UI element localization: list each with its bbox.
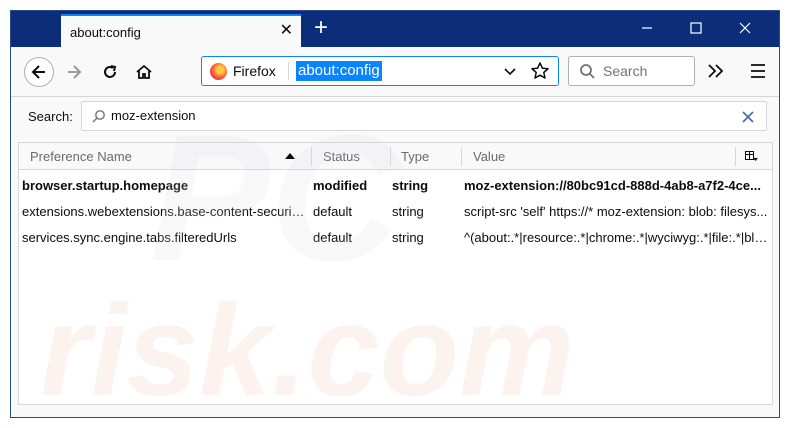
pref-name: services.sync.engine.tabs.filteredUrls: [22, 230, 237, 245]
pref-type: string: [392, 204, 424, 219]
filter-input[interactable]: moz-extension: [81, 101, 767, 131]
browser-window: about:config ✕ + Firefox about:config Se…: [0, 0, 790, 428]
table-row[interactable]: browser.startup.homepage modified string…: [19, 172, 772, 198]
url-separator: [288, 62, 289, 80]
column-header-name[interactable]: Preference Name: [30, 149, 132, 164]
reload-icon: [104, 65, 117, 78]
url-bar[interactable]: Firefox about:config: [201, 56, 559, 86]
tab-title: about:config: [70, 25, 141, 40]
search-placeholder: Search: [603, 63, 648, 79]
tab-about-config[interactable]: about:config ✕: [61, 14, 301, 47]
pref-value: script-src 'self' https://* moz-extensio…: [464, 204, 768, 219]
hamburger-menu-icon[interactable]: [745, 57, 771, 85]
pref-status: default: [313, 204, 353, 219]
pref-value: moz-extension://80bc91cd-888d-4ab8-a7f2-…: [464, 178, 761, 193]
new-tab-button[interactable]: +: [309, 16, 333, 41]
column-header-value[interactable]: Value: [473, 149, 505, 164]
search-icon: [580, 64, 595, 79]
bookmark-star-icon[interactable]: [530, 61, 550, 81]
table-row[interactable]: extensions.webextensions.base-content-se…: [19, 198, 772, 224]
column-separator[interactable]: [390, 147, 391, 166]
close-window-icon[interactable]: [731, 17, 759, 39]
pref-value: ^(about:.*|resource:.*|chrome:.*|wyciwyg…: [464, 230, 769, 245]
firefox-logo-icon: [210, 63, 227, 80]
home-icon: [136, 64, 152, 79]
column-picker-icon[interactable]: [745, 151, 758, 162]
column-header-type[interactable]: Type: [401, 149, 429, 164]
clear-icon[interactable]: [742, 111, 754, 123]
column-header-status[interactable]: Status: [323, 149, 360, 164]
pref-name: browser.startup.homepage: [22, 178, 189, 193]
minimize-icon[interactable]: [633, 17, 661, 39]
column-separator[interactable]: [461, 147, 462, 166]
column-separator[interactable]: [735, 147, 736, 166]
home-button[interactable]: [129, 57, 159, 87]
reload-button[interactable]: [95, 57, 125, 87]
pref-type: string: [392, 178, 429, 193]
filter-value: moz-extension: [111, 108, 196, 123]
pref-type: string: [392, 230, 424, 245]
forward-button[interactable]: [59, 57, 89, 87]
forward-arrow-icon: [68, 65, 82, 79]
pref-status: default: [313, 230, 353, 245]
pref-name: extensions.webextensions.base-content-se…: [22, 204, 307, 219]
magnifier-icon: [92, 110, 105, 123]
maximize-icon[interactable]: [682, 17, 710, 39]
overflow-chevron-icon[interactable]: [703, 57, 729, 85]
preferences-table: Preference Name Status Type Value browse…: [18, 142, 773, 405]
column-separator[interactable]: [311, 147, 312, 166]
back-button[interactable]: [24, 57, 54, 87]
dropdown-chevron-icon[interactable]: [502, 63, 518, 79]
table-row[interactable]: services.sync.engine.tabs.filteredUrls d…: [19, 224, 772, 250]
identity-label: Firefox: [233, 63, 276, 79]
back-arrow-icon: [31, 65, 45, 79]
navigation-toolbar: Firefox about:config Search: [11, 47, 779, 97]
table-header: Preference Name Status Type Value: [19, 143, 772, 170]
config-page: Search: moz-extension Preference Name St…: [11, 97, 779, 410]
search-label: Search:: [28, 109, 73, 124]
tab-close-icon[interactable]: ✕: [280, 23, 293, 39]
sort-arrow-icon[interactable]: [285, 152, 295, 160]
pref-status: modified: [313, 178, 368, 193]
url-text[interactable]: about:config: [296, 61, 382, 81]
search-box[interactable]: Search: [568, 56, 695, 86]
